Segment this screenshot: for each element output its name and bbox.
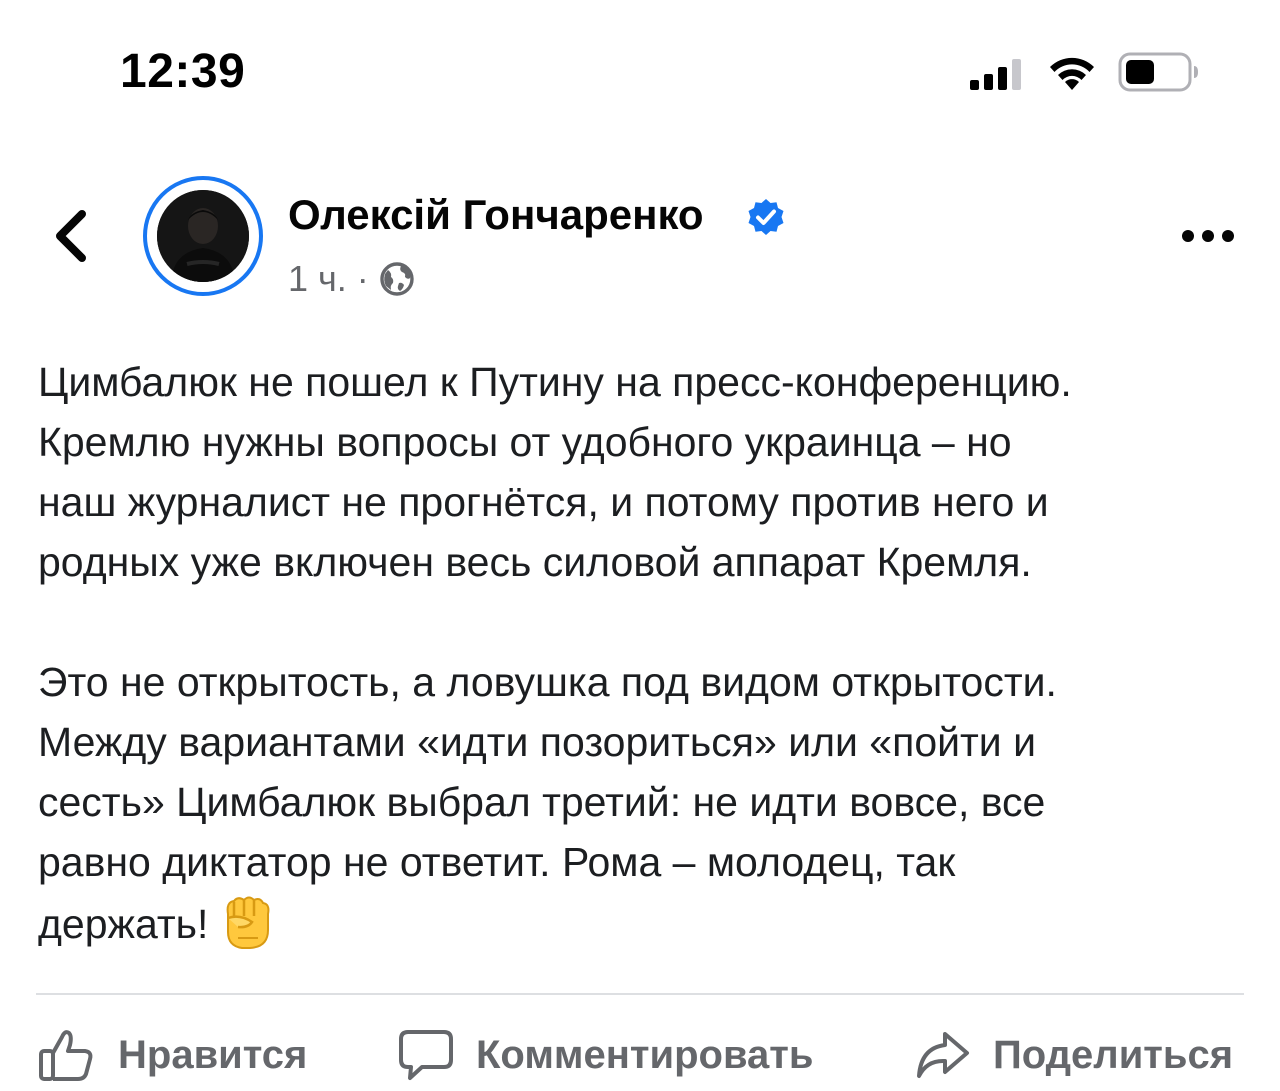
wifi-icon — [1050, 57, 1094, 90]
share-button[interactable]: Поделиться — [915, 1024, 1233, 1086]
more-options-button[interactable] — [1180, 222, 1236, 250]
post-timestamp[interactable]: 1 ч. — [288, 258, 347, 300]
share-arrow-icon — [917, 1032, 969, 1078]
author-avatar[interactable] — [143, 176, 263, 296]
verified-badge-icon — [748, 199, 784, 235]
post-text: Цимбалюк не пошел к Путину на пресс-конф… — [38, 352, 1258, 954]
globe-icon — [380, 262, 414, 296]
divider — [36, 993, 1244, 995]
like-button[interactable]: Нравится — [38, 1024, 307, 1086]
chevron-left-icon — [56, 210, 86, 262]
back-button[interactable] — [48, 206, 98, 266]
post-meta: 1 ч. · — [288, 258, 415, 300]
cellular-signal-icon — [970, 59, 1021, 90]
facebook-post-screen: 12:39 Олексій Гончаренко 1 ч. · Цимбалюк… — [0, 0, 1280, 1091]
post-paragraph-1: Цимбалюк не пошел к Путину на пресс-конф… — [38, 359, 1072, 585]
thumbs-up-icon — [39, 1030, 93, 1081]
comment-button[interactable]: Комментировать — [398, 1024, 813, 1086]
comment-label: Комментировать — [476, 1032, 814, 1077]
raised-fist-emoji — [227, 896, 270, 949]
status-time: 12:39 — [120, 45, 246, 98]
avatar — [157, 190, 249, 282]
share-label: Поделиться — [993, 1032, 1234, 1077]
profile-photo — [157, 190, 249, 282]
meta-separator: · — [356, 258, 369, 299]
more-dots-icon — [1182, 230, 1234, 242]
comment-bubble-icon — [399, 1030, 453, 1080]
like-label: Нравится — [118, 1032, 308, 1077]
post-paragraph-2: Это не открытость, а ловушка под видом о… — [38, 659, 1057, 947]
battery-icon — [1118, 52, 1198, 92]
post-paragraph-2-wrapper: Это не открытость, а ловушка под видом о… — [38, 652, 1258, 954]
author-name[interactable]: Олексій Гончаренко — [288, 191, 704, 239]
